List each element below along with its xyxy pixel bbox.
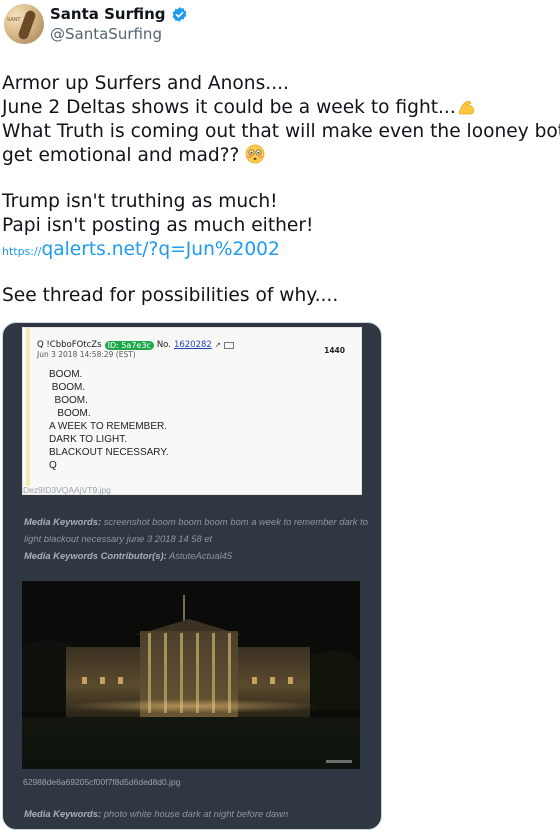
tweet-line: What Truth is coming out that will make … (2, 121, 560, 142)
tweet-text: Armor up Surfers and Anons.... June 2 De… (2, 72, 560, 308)
flushed-face-icon (245, 144, 265, 164)
tweet-line-with-emoji: get emotional and mad?? (2, 144, 558, 168)
white-house-photo (22, 581, 360, 769)
tweet-header: SANT Santa Surfing @SantaSurfing (0, 0, 560, 52)
tweet-line-with-emoji: June 2 Deltas shows it could be a week t… (2, 96, 558, 120)
q-post-date: Jun 3 2018 14:58:29 (EST) (37, 350, 136, 359)
flag-pole (183, 595, 185, 621)
tweet-line-text: June 2 Deltas shows it could be a week t… (2, 97, 456, 118)
q-post-line: BLACKOUT NECESSARY. (49, 447, 169, 458)
q-post-no-label: No. (156, 340, 171, 350)
tweet-link[interactable]: https://qalerts.net/?q=Jun%2002 (2, 238, 558, 262)
window (82, 677, 87, 684)
flexed-biceps-icon (458, 100, 474, 115)
tweet-line: Papi isn't posting as much either! (2, 215, 314, 236)
verified-badge-icon (172, 6, 186, 22)
name-row: Santa Surfing (50, 4, 188, 24)
file-name-1: Dez9ID3VQAAjVT9.jpg (23, 485, 111, 495)
window (270, 677, 275, 684)
tweet-line: Trump isn't truthing as much! (2, 191, 278, 212)
q-post-line: BOOM. (49, 395, 88, 406)
media-keywords-1: Media Keywords: screenshot boom boom boo… (24, 513, 369, 564)
media-keywords-2: Media Keywords: photo white house dark a… (24, 805, 369, 822)
light-glow (62, 699, 322, 713)
q-post-number: 1620282 (173, 340, 212, 350)
post-accent-bar (26, 328, 30, 486)
q-post-count: 1440 (324, 346, 345, 355)
keywords-label: Media Keywords: (24, 808, 102, 819)
q-post-screenshot: Q !CbboFOtcZs ID: 5a7e3c No. 1620282 ↗ Ju… (22, 327, 362, 495)
tweet-line: Armor up Surfers and Anons.... (2, 73, 289, 94)
watermark (326, 760, 352, 763)
q-post-line: BOOM. (49, 408, 91, 419)
q-post-line: Q (49, 460, 57, 471)
q-post-line: DARK TO LIGHT. (49, 434, 127, 445)
q-post-header: Q !CbboFOtcZs ID: 5a7e3c No. 1620282 ↗ (37, 340, 234, 350)
q-post-line: A WEEK TO REMEMBER. (49, 421, 167, 432)
window (252, 677, 257, 684)
q-post-id-badge: ID: 5a7e3c (104, 340, 154, 350)
surfboard-icon (17, 9, 37, 41)
file-name-2: 62988de6a69205cf00f7f8d5d6ded8d0.jpg (23, 777, 181, 787)
tweet-line-text: get emotional and mad?? (2, 145, 240, 166)
link-url[interactable]: qalerts.net/?q=Jun%2002 (41, 239, 279, 260)
link-prefix[interactable]: https:// (2, 245, 41, 258)
q-post-line: BOOM. (49, 369, 83, 380)
lawn (22, 717, 360, 769)
keywords-label: Media Keywords: (24, 516, 102, 527)
media-image[interactable]: Q !CbboFOtcZs ID: 5a7e3c No. 1620282 ↗ Ju… (2, 322, 382, 830)
tweet-line: See thread for possibilities of why.... (2, 285, 339, 306)
window (100, 677, 105, 684)
contributor-text: AstuteActual45 (168, 550, 233, 561)
window (118, 677, 123, 684)
contributor-label: Media Keywords Contributor(s): (24, 550, 167, 561)
keywords-text: photo white house dark at night before d… (103, 808, 289, 819)
q-post-line: BOOM. (49, 382, 86, 393)
avatar-text: SANT (7, 17, 21, 23)
display-name[interactable]: Santa Surfing (50, 5, 166, 23)
avatar[interactable]: SANT (4, 4, 44, 44)
external-link-icon: ↗ (214, 341, 221, 349)
window (288, 677, 293, 684)
image-icon (223, 341, 234, 349)
user-handle[interactable]: @SantaSurfing (50, 25, 162, 43)
q-post-name: Q !CbboFOtcZs (37, 340, 102, 350)
q-post-body: BOOM. BOOM. BOOM. BOOM. A WEEK TO REMEMB… (49, 368, 169, 472)
